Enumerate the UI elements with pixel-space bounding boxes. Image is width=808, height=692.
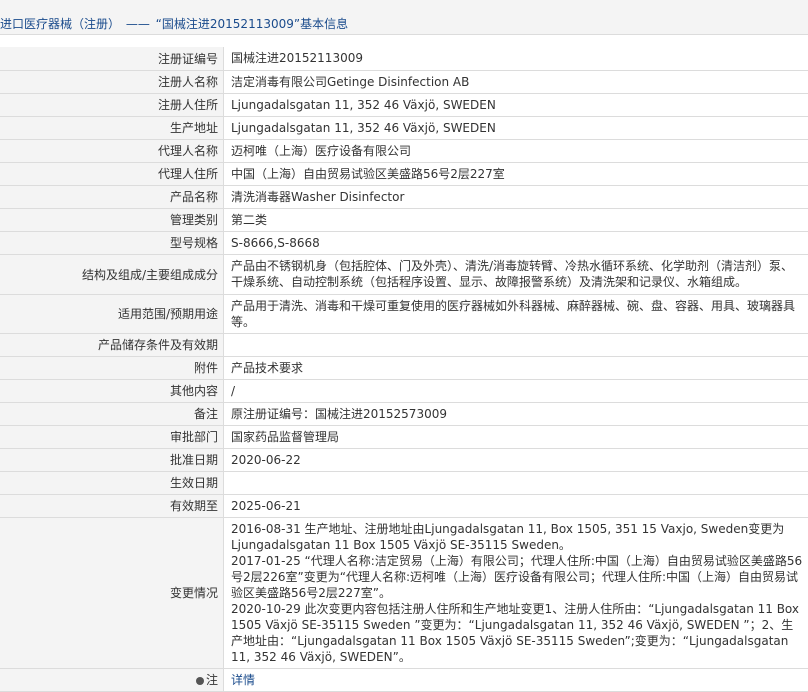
row-value: 原注册证编号：国械注进20152573009 <box>224 402 808 425</box>
row-value: / <box>224 379 808 402</box>
row-label: 产品储存条件及有效期 <box>0 333 224 356</box>
table-row: 型号规格 S-8666,S-8668 <box>0 231 808 254</box>
row-label: 审批部门 <box>0 425 224 448</box>
table-row: 注册证编号 国械注进20152113009 <box>0 47 808 70</box>
row-label: 代理人住所 <box>0 162 224 185</box>
table-row-change: 变更情况 2016-08-31 生产地址、注册地址由Ljungadalsgata… <box>0 517 808 668</box>
header-title: “国械注进20152113009”基本信息 <box>156 17 348 31</box>
row-label: 批准日期 <box>0 448 224 471</box>
info-dot-icon <box>196 677 204 685</box>
row-value: 国家药品监督管理局 <box>224 425 808 448</box>
row-label: 有效期至 <box>0 494 224 517</box>
row-label: 产品名称 <box>0 185 224 208</box>
row-label: 注册证编号 <box>0 47 224 70</box>
row-value: 2025-06-21 <box>224 494 808 517</box>
row-value: 第二类 <box>224 208 808 231</box>
table-row: 适用范围/预期用途 产品用于清洗、消毒和干燥可重复使用的医疗器械如外科器械、麻醉… <box>0 294 808 333</box>
row-value: Ljungadalsgatan 11, 352 46 Växjö, SWEDEN <box>224 116 808 139</box>
note-label-cell: 注 <box>0 668 224 691</box>
table-row: 结构及组成/主要组成成分 产品由不锈钢机身（包括腔体、门及外壳）、清洗/消毒旋转… <box>0 254 808 294</box>
table-row-note: 注 详情 <box>0 668 808 691</box>
change-entry: 2017-01-25 “代理人名称:洁定贸易（上海）有限公司；代理人住所:中国（… <box>231 553 804 601</box>
row-value: Ljungadalsgatan 11, 352 46 Växjö, SWEDEN <box>224 93 808 116</box>
change-entry: 2016-08-31 生产地址、注册地址由Ljungadalsgatan 11,… <box>231 521 804 553</box>
table-row: 生产地址 Ljungadalsgatan 11, 352 46 Växjö, S… <box>0 116 808 139</box>
row-value: 产品用于清洗、消毒和干燥可重复使用的医疗器械如外科器械、麻醉器械、碗、盘、容器、… <box>224 294 808 333</box>
row-label: 附件 <box>0 356 224 379</box>
change-label: 变更情况 <box>0 517 224 668</box>
row-label: 注册人名称 <box>0 70 224 93</box>
table-row: 产品名称 清洗消毒器Washer Disinfector <box>0 185 808 208</box>
table-row: 产品储存条件及有效期 <box>0 333 808 356</box>
row-value <box>224 333 808 356</box>
table-row: 有效期至 2025-06-21 <box>0 494 808 517</box>
note-label: 注 <box>206 673 218 687</box>
row-label: 适用范围/预期用途 <box>0 294 224 333</box>
table-row: 注册人名称 洁定消毒有限公司Getinge Disinfection AB <box>0 70 808 93</box>
row-value: 国械注进20152113009 <box>224 47 808 70</box>
table-row: 注册人住所 Ljungadalsgatan 11, 352 46 Växjö, … <box>0 93 808 116</box>
header-dash: —— <box>126 17 150 31</box>
info-table: 注册证编号 国械注进20152113009 注册人名称 洁定消毒有限公司Geti… <box>0 47 808 692</box>
row-label: 型号规格 <box>0 231 224 254</box>
row-value: 产品由不锈钢机身（包括腔体、门及外壳）、清洗/消毒旋转臂、冷热水循环系统、化学助… <box>224 254 808 294</box>
change-entry: 2020-10-29 此次变更内容包括注册人住所和生产地址变更1、注册人住所由：… <box>231 601 804 665</box>
detail-link[interactable]: 详情 <box>231 673 255 687</box>
table-row: 其他内容 / <box>0 379 808 402</box>
table-row: 代理人名称 迈柯唯（上海）医疗设备有限公司 <box>0 139 808 162</box>
table-row: 生效日期 <box>0 471 808 494</box>
header-category: 进口医疗器械（注册） <box>0 17 120 31</box>
row-value <box>224 471 808 494</box>
row-label: 生产地址 <box>0 116 224 139</box>
table-row: 备注 原注册证编号：国械注进20152573009 <box>0 402 808 425</box>
change-value: 2016-08-31 生产地址、注册地址由Ljungadalsgatan 11,… <box>224 517 808 668</box>
row-value: S-8666,S-8668 <box>224 231 808 254</box>
table-row: 审批部门 国家药品监督管理局 <box>0 425 808 448</box>
row-value: 中国（上海）自由贸易试验区美盛路56号2层227室 <box>224 162 808 185</box>
row-value: 清洗消毒器Washer Disinfector <box>224 185 808 208</box>
row-value: 迈柯唯（上海）医疗设备有限公司 <box>224 139 808 162</box>
table-row: 批准日期 2020-06-22 <box>0 448 808 471</box>
row-label: 代理人名称 <box>0 139 224 162</box>
table-row: 代理人住所 中国（上海）自由贸易试验区美盛路56号2层227室 <box>0 162 808 185</box>
table-row: 附件 产品技术要求 <box>0 356 808 379</box>
note-value: 详情 <box>224 668 808 691</box>
row-value: 产品技术要求 <box>224 356 808 379</box>
row-label: 备注 <box>0 402 224 425</box>
table-row: 管理类别 第二类 <box>0 208 808 231</box>
row-label: 结构及组成/主要组成成分 <box>0 254 224 294</box>
page-header: 进口医疗器械（注册） —— “国械注进20152113009”基本信息 <box>0 0 808 35</box>
row-label: 管理类别 <box>0 208 224 231</box>
row-value: 2020-06-22 <box>224 448 808 471</box>
row-label: 其他内容 <box>0 379 224 402</box>
row-label: 生效日期 <box>0 471 224 494</box>
row-label: 注册人住所 <box>0 93 224 116</box>
row-value: 洁定消毒有限公司Getinge Disinfection AB <box>224 70 808 93</box>
